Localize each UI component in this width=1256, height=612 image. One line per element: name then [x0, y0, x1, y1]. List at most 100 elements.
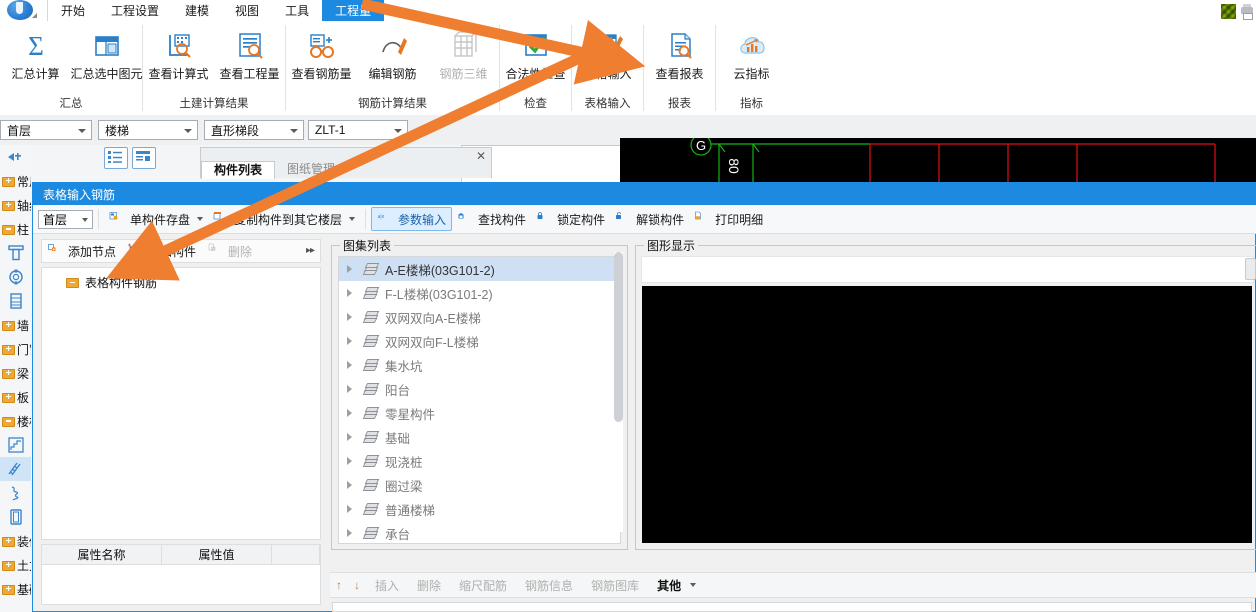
menu-tab-4[interactable]: 工具 [272, 0, 322, 21]
dialog-toolbar-print-detail[interactable]: 打印明细 [689, 208, 768, 230]
sidebar-folder-1[interactable]: 轴线 [0, 193, 31, 217]
atlas-list-item[interactable]: 零星构件 [339, 401, 620, 425]
atlas-scrollbar[interactable] [614, 252, 623, 532]
graphic-scroll-handle[interactable] [1245, 258, 1256, 280]
menu-tab-1[interactable]: 工程设置 [98, 0, 172, 21]
menu-tab-0[interactable]: 开始 [48, 0, 98, 21]
chevron-right-icon[interactable] [347, 361, 357, 369]
ribbon-button-view-rebar[interactable]: 查看钢筋量 [286, 25, 357, 81]
atlas-list-item[interactable]: 圈过梁 [339, 473, 620, 497]
chevron-right-icon[interactable] [347, 529, 357, 537]
ribbon-button-label: 钢筋三维 [439, 67, 488, 81]
rebar-grid-button-5[interactable]: 其他 [648, 577, 690, 594]
component-tab-1[interactable]: 图纸管理 [275, 161, 347, 178]
category-selector[interactable]: 楼梯 [98, 120, 198, 140]
atlas-list-item[interactable]: 集水坑 [339, 353, 620, 377]
atlas-scrollbar-thumb[interactable] [614, 252, 623, 422]
menu-tab-3[interactable]: 视图 [222, 0, 272, 21]
sidebar-item-straight-stair-run-icon[interactable] [0, 457, 31, 481]
atlas-list[interactable]: A-E楼梯(03G101-2) F-L楼梯(03G101-2) 双网双向A-E楼梯双… [338, 256, 621, 544]
add-element-icon[interactable] [0, 145, 31, 169]
dialog-toolbar-param-input[interactable]: a|e 参数输入 [371, 207, 453, 231]
ribbon-button-view-report[interactable]: 查看报表 [644, 25, 715, 81]
sidebar-item-structure-column-icon[interactable] [0, 265, 31, 289]
component-type-selector[interactable]: 直形梯段 [204, 120, 304, 140]
sidebar-folder-2[interactable]: 柱 [0, 217, 31, 241]
ribbon-button-check-valid[interactable]: 合法性检查 [500, 25, 571, 81]
chevron-right-icon[interactable] [347, 505, 357, 513]
atlas-list-item[interactable]: A-E楼梯(03G101-2) [339, 257, 620, 281]
chevron-down-icon[interactable] [349, 217, 356, 221]
dialog-toolbar-unlock[interactable]: 解锁构件 [610, 208, 689, 230]
detail-view-button[interactable] [132, 147, 156, 169]
sidebar-folder-0[interactable]: 常用 [0, 169, 31, 193]
rebar-grid-area[interactable] [332, 602, 1252, 612]
sidebar-folder-8[interactable]: 梁 [0, 361, 31, 385]
floor-selector[interactable]: 首层 [0, 120, 92, 140]
sidebar-folder-7[interactable]: 门窗洞 [0, 337, 31, 361]
sidebar-item-brick-column-icon[interactable] [0, 289, 31, 313]
sidebar-folder-16[interactable]: 土方 [0, 553, 31, 577]
chevron-right-icon[interactable] [347, 481, 357, 489]
atlas-list-item[interactable]: 普通楼梯 [339, 497, 620, 521]
image-thumbnail-icon[interactable] [1221, 3, 1236, 19]
menu-tab-2[interactable]: 建模 [172, 0, 222, 21]
sidebar-item-spiral-stair-icon[interactable] [0, 481, 31, 505]
menu-tab-5[interactable]: 工程量 [322, 0, 385, 21]
sidebar-item-column-icon[interactable] [0, 241, 31, 265]
ribbon-button-cloud-indicator[interactable]: 云指标 [716, 25, 787, 81]
close-icon[interactable]: ✕ [476, 149, 486, 163]
dialog-toolbar-save-component[interactable]: 单构件存盘 [104, 208, 208, 230]
component-tree-box[interactable]: 表格构件钢筋 [41, 267, 321, 540]
ribbon-button-table-input[interactable]: 表格输入 [572, 25, 643, 81]
chevron-right-icon[interactable] [347, 385, 357, 393]
chevron-right-icon[interactable] [347, 409, 357, 417]
sidebar-item-stair-icon[interactable] [0, 433, 31, 457]
chevron-right-icon[interactable] [347, 457, 357, 465]
atlas-list-item[interactable]: 阳台 [339, 377, 620, 401]
sidebar-folder-9[interactable]: 板 [0, 385, 31, 409]
sidebar-folder-15[interactable]: 装修 [0, 529, 31, 553]
list-view-button[interactable] [104, 147, 128, 169]
move-up-button[interactable]: ↑ [330, 578, 348, 592]
atlas-list-item[interactable]: 基础 [339, 425, 620, 449]
ribbon-button-view-formula[interactable]: 查看计算式 [143, 25, 214, 81]
chevron-right-icon[interactable] [347, 313, 357, 321]
dialog-toolbar-lock[interactable]: 锁定构件 [531, 208, 610, 230]
chevron-right-icon[interactable] [347, 337, 357, 345]
sidebar-folder-10[interactable]: 楼梯 [0, 409, 31, 433]
dialog-floor-selector[interactable]: 首层 [38, 209, 93, 229]
chevron-down-icon[interactable] [690, 583, 697, 587]
chevron-right-icon[interactable] [347, 289, 357, 297]
atlas-list-item[interactable]: 双网双向F-L楼梯 [339, 329, 620, 353]
dialog-toolbar-copy-to-floor[interactable]: 复制构件到其它楼层 [208, 208, 360, 230]
chevron-right-icon[interactable] [347, 265, 357, 273]
move-down-button[interactable]: ↓ [348, 578, 366, 592]
ribbon-button-table-select[interactable]: 汇总选中图元 [71, 25, 143, 81]
sidebar-item-landing-icon[interactable] [0, 505, 31, 529]
property-column-header-1[interactable]: 属性值 [162, 545, 272, 564]
printer-icon[interactable] [1240, 3, 1254, 20]
more-options-icon[interactable]: ▸▸ [306, 245, 315, 256]
tree-toolbar-add-component[interactable]: 添加构件 [122, 243, 202, 260]
ribbon-button-sigma[interactable]: Σ 汇总计算 [0, 25, 71, 81]
chevron-down-icon[interactable] [197, 217, 204, 221]
tree-root-node[interactable]: 表格构件钢筋 [42, 268, 320, 291]
atlas-list-item[interactable]: 承台 [339, 521, 620, 543]
atlas-list-item[interactable]: F-L楼梯(03G101-2) [339, 281, 620, 305]
component-name-selector[interactable]: ZLT-1 [308, 120, 408, 140]
ribbon-button-edit-rebar[interactable]: 编辑钢筋 [357, 25, 428, 81]
property-column-header-0[interactable]: 属性名称 [42, 545, 162, 564]
component-tab-0[interactable]: 构件列表 [201, 161, 276, 179]
sidebar-folder-6[interactable]: 墙 [0, 313, 31, 337]
drawing-canvas[interactable]: G 80 [620, 138, 1256, 183]
dialog-toolbar-find-component[interactable]: 查找构件 [452, 208, 531, 230]
chevron-right-icon[interactable] [347, 433, 357, 441]
ribbon-button-view-quantity[interactable]: 查看工程量 [214, 25, 285, 81]
atlas-list-item[interactable]: 双网双向A-E楼梯 [339, 305, 620, 329]
sidebar-folder-17[interactable]: 基础 [0, 577, 31, 601]
tree-toolbar-add-node[interactable]: 添加节点 [42, 243, 122, 260]
ribbon-group-5: 查看报表 报表 [644, 21, 715, 115]
atlas-list-item[interactable]: 现浇桩 [339, 449, 620, 473]
graphic-preview-canvas[interactable] [642, 286, 1252, 543]
